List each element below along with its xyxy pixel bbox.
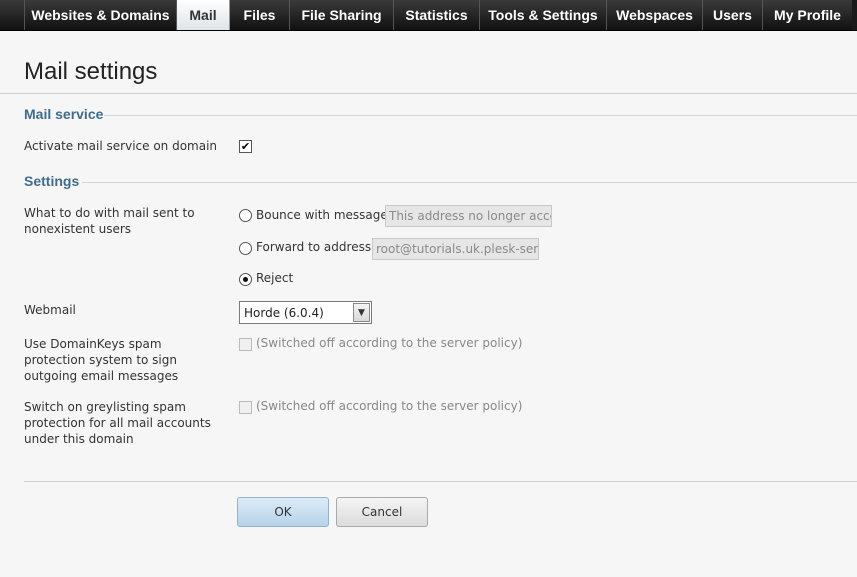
section-heading-settings: Settings [24, 173, 80, 189]
domainkeys-checkbox [239, 338, 252, 351]
bounce-label: Bounce with message [256, 208, 388, 222]
greylisting-note: (Switched off according to the server po… [256, 399, 523, 413]
form-footer-divider [24, 481, 857, 482]
tab-webspaces[interactable]: Webspaces [607, 0, 703, 30]
forward-address-field[interactable]: root@tutorials.uk.plesk-server.com [372, 238, 539, 260]
ok-button[interactable]: OK [237, 497, 329, 527]
checkmark-icon: ✔ [240, 140, 251, 153]
tab-tools-settings[interactable]: Tools & Settings [480, 0, 607, 30]
forward-label: Forward to address [256, 240, 372, 254]
radio-selected-dot [243, 277, 248, 282]
reject-label: Reject [256, 271, 294, 285]
chevron-down-icon[interactable]: ▼ [353, 303, 370, 322]
tab-statistics[interactable]: Statistics [394, 0, 480, 30]
bounce-radio[interactable] [239, 209, 252, 222]
tab-file-sharing[interactable]: File Sharing [290, 0, 394, 30]
activate-mail-checkbox[interactable]: ✔ [239, 140, 252, 153]
tab-users[interactable]: Users [703, 0, 763, 30]
section-heading-mail-service: Mail service [24, 106, 104, 122]
bounce-message-field[interactable]: This address no longer accepts mail. [385, 205, 552, 227]
activate-mail-label: Activate mail service on domain [24, 139, 218, 153]
tab-my-profile[interactable]: My Profile [763, 0, 852, 30]
reject-radio[interactable] [239, 273, 252, 286]
nav-left-edge [0, 0, 25, 30]
tab-websites-domains[interactable]: Websites & Domains [25, 0, 177, 30]
section-divider [82, 182, 857, 183]
page-title: Mail settings [24, 58, 158, 85]
greylisting-label: Switch on greylisting spam protection fo… [24, 400, 211, 446]
top-navigation: Websites & Domains Mail Files File Shari… [0, 0, 857, 31]
section-divider [104, 115, 857, 116]
webmail-selected-value: Horde (6.0.4) [244, 306, 324, 320]
webmail-label: Webmail [24, 303, 76, 317]
title-divider [0, 93, 857, 94]
nonexistent-users-label: What to do with mail sent to nonexistent… [24, 206, 195, 236]
webmail-select[interactable]: Horde (6.0.4) ▼ [239, 301, 372, 324]
tab-files[interactable]: Files [230, 0, 290, 30]
greylisting-checkbox [239, 401, 252, 414]
domainkeys-label: Use DomainKeys spam protection system to… [24, 337, 179, 383]
forward-radio[interactable] [239, 242, 252, 255]
tab-mail[interactable]: Mail [177, 0, 230, 30]
cancel-button[interactable]: Cancel [336, 497, 428, 527]
domainkeys-note: (Switched off according to the server po… [256, 336, 523, 350]
